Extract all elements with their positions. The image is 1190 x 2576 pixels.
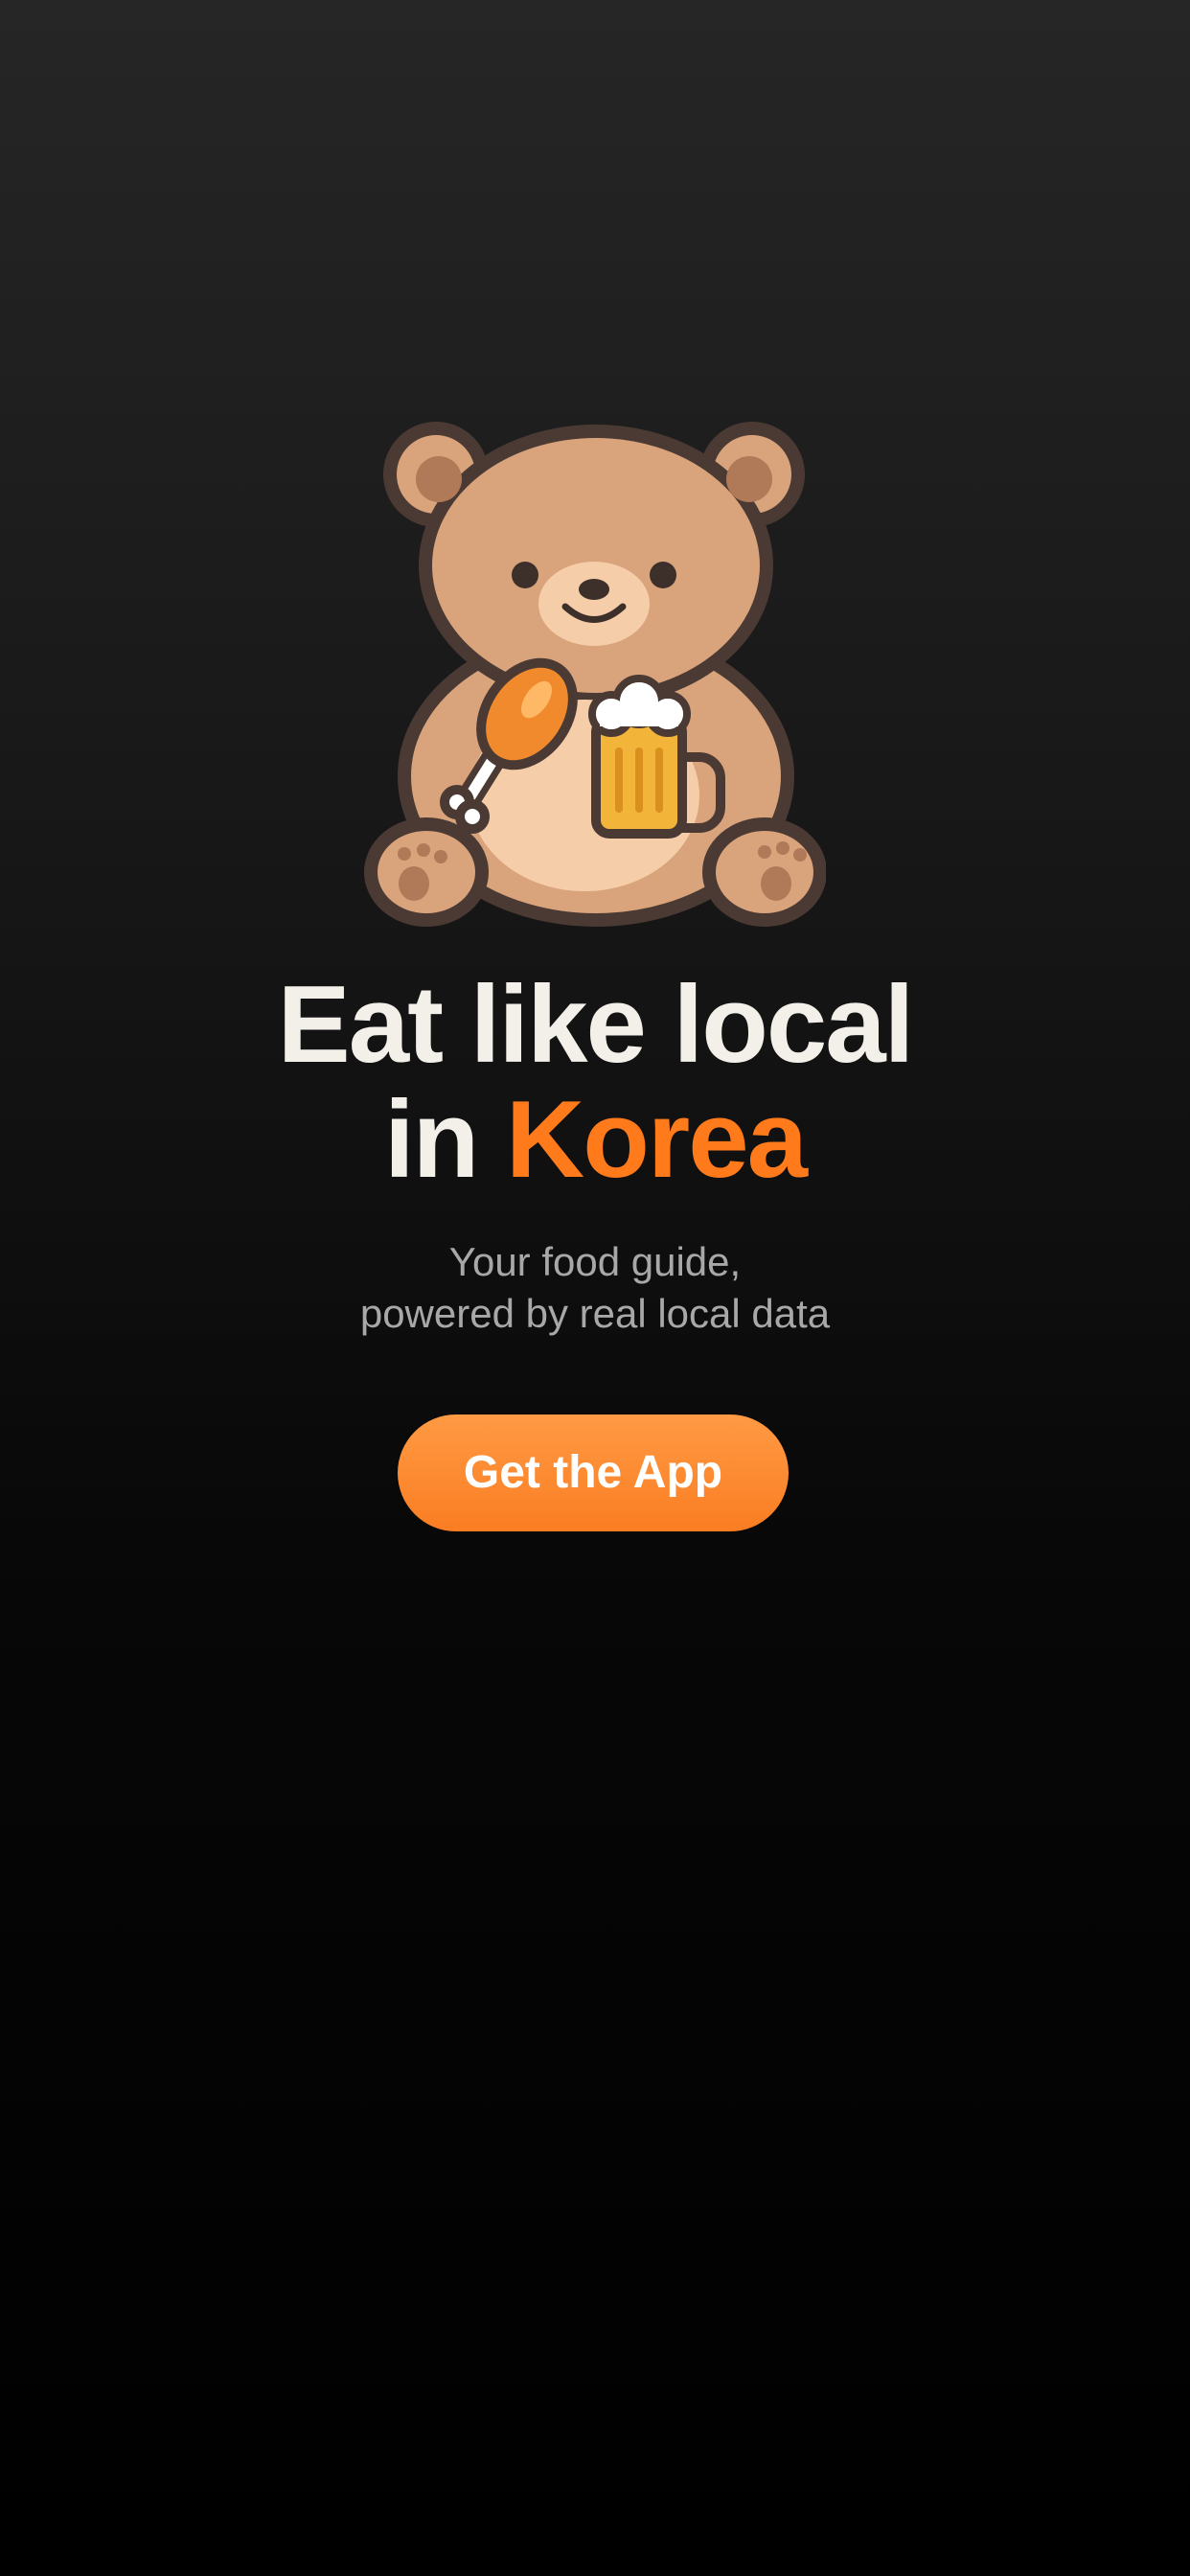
page-headline: Eat like local in Korea xyxy=(0,968,1190,1198)
headline-accent-word: Korea xyxy=(505,1079,808,1201)
landing-screen: Eat like local in Korea Your food guide,… xyxy=(0,0,1190,2576)
subtitle-line-1: Your food guide, xyxy=(448,1239,742,1284)
headline-prefix: in xyxy=(383,1079,506,1201)
headline-line-2: in Korea xyxy=(0,1083,1190,1198)
headline-line-1: Eat like local xyxy=(277,964,915,1086)
bear-mascot-icon xyxy=(364,422,826,927)
get-the-app-button[interactable]: Get the App xyxy=(398,1414,789,1531)
subtitle-line-2: powered by real local data xyxy=(359,1291,831,1336)
page-subtitle: Your food guide, powered by real local d… xyxy=(0,1236,1190,1340)
